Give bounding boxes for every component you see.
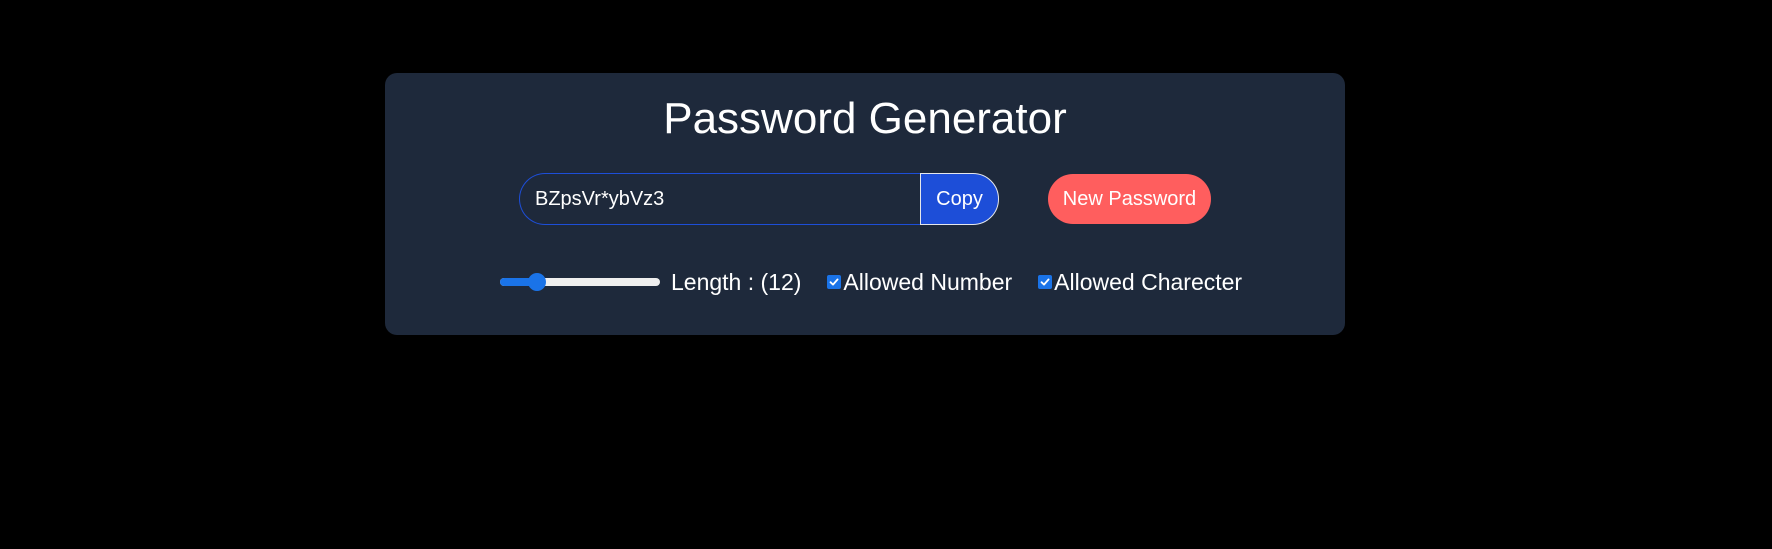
length-label: Length : (12) [671, 268, 802, 295]
length-slider[interactable] [500, 273, 660, 291]
options-row: Length : (12) Allowed Number Allowed Cha… [500, 263, 1268, 301]
allowed-number-checkbox[interactable] [827, 275, 842, 289]
page-title: Password Generator [663, 94, 1067, 143]
allowed-character-option[interactable]: Allowed Charecter [1038, 269, 1242, 296]
copy-button[interactable]: Copy [920, 173, 999, 225]
allowed-number-option[interactable]: Allowed Number [827, 269, 1012, 296]
slider-thumb[interactable] [528, 273, 547, 291]
check-icon [1040, 278, 1050, 286]
password-field-group: Copy [519, 173, 999, 225]
new-password-button[interactable]: New Password [1048, 174, 1211, 224]
allowed-number-label: Allowed Number [843, 268, 1013, 295]
check-icon [830, 278, 839, 286]
allowed-character-checkbox[interactable] [1038, 275, 1053, 289]
password-generator-card: Password Generator Copy New Password Len… [385, 73, 1345, 335]
allowed-character-label: Allowed Charecter [1054, 268, 1243, 295]
password-input[interactable] [519, 173, 920, 225]
